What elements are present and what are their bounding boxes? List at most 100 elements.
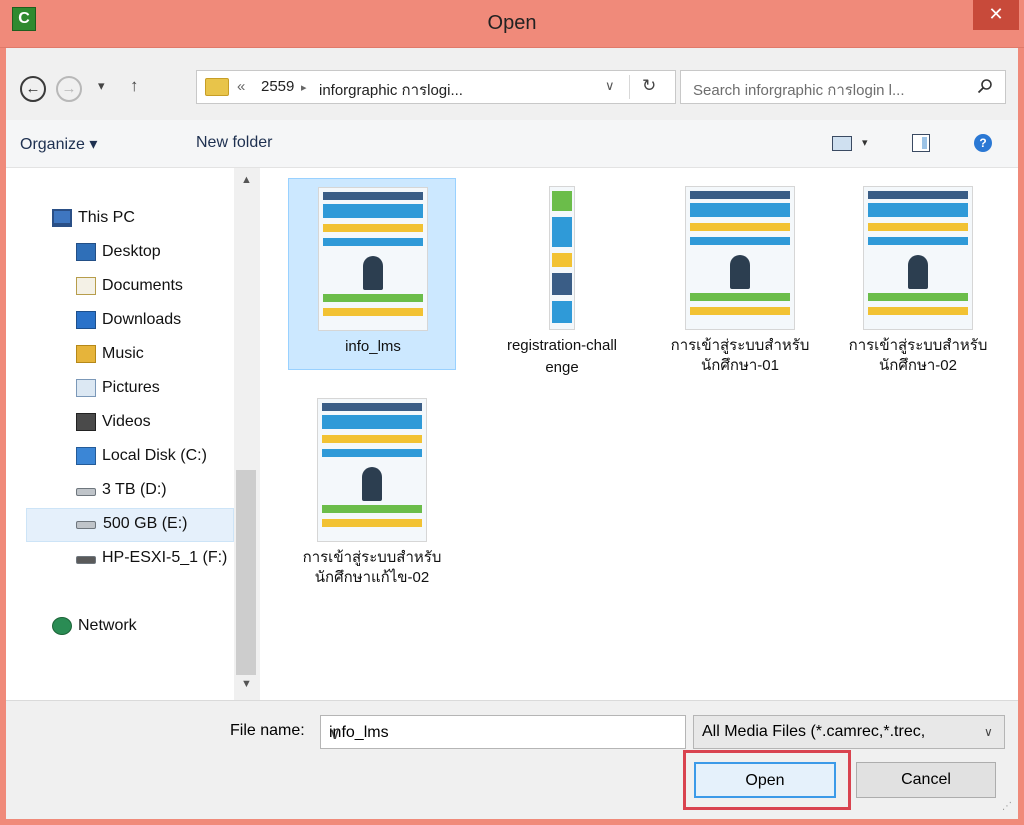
computer-icon xyxy=(52,209,72,227)
pictures-icon xyxy=(76,379,96,397)
up-button[interactable]: ↑ xyxy=(130,76,139,96)
drive-icon xyxy=(76,521,96,529)
sidebar-item-label: Documents xyxy=(102,277,183,294)
desktop-icon xyxy=(76,243,96,261)
cancel-button[interactable]: Cancel xyxy=(856,762,996,798)
address-dropdown-button[interactable]: ∨ xyxy=(605,78,615,94)
file-type-filter-value[interactable]: All Media Files (*.camrec,*.trec, xyxy=(702,723,925,741)
breadcrumb-separator[interactable]: ▸ xyxy=(301,81,307,94)
sidebar-item-local-disk-c[interactable]: Local Disk (C:) xyxy=(76,444,236,474)
sidebar-item-drive-e[interactable]: 500 GB (E:) xyxy=(26,508,234,542)
sidebar-item-label: Local Disk (C:) xyxy=(102,447,207,464)
breadcrumb-overflow[interactable]: « xyxy=(237,78,245,95)
file-type-filter-select[interactable]: All Media Files (*.camrec,*.trec, ∨ xyxy=(693,715,1005,749)
sidebar-item-music[interactable]: Music xyxy=(76,342,236,372)
image-thumbnail xyxy=(549,186,575,330)
sidebar-item-this-pc[interactable]: This PC xyxy=(52,206,232,236)
navigation-pane: This PC Desktop Documents Downloads Musi… xyxy=(6,168,258,700)
file-name: info_lms xyxy=(345,338,401,355)
sidebar-item-pictures[interactable]: Pictures xyxy=(76,376,236,406)
file-item-student-login-edited-02[interactable]: การเข้าสู่ระบบสำหรับ นักศึกษาแก้ไข-02 xyxy=(288,390,456,586)
sidebar-item-label: 500 GB (E:) xyxy=(103,515,188,532)
file-item-student-login-01[interactable]: การเข้าสู่ระบบสำหรับ นักศึกษา-01 xyxy=(656,178,824,374)
navigation-pane-scrollbar[interactable]: ▲ ▼ xyxy=(234,168,258,700)
organize-menu[interactable]: Organize ▾ xyxy=(20,134,97,154)
forward-button[interactable]: → xyxy=(56,76,82,102)
sidebar-item-label: Desktop xyxy=(102,243,161,260)
sidebar-item-desktop[interactable]: Desktop xyxy=(76,240,236,270)
network-drive-icon xyxy=(76,556,96,564)
image-thumbnail xyxy=(318,187,428,331)
search-icon[interactable] xyxy=(977,78,993,94)
file-item-registration-challenge[interactable]: registration-chall enge xyxy=(478,178,646,376)
help-icon[interactable]: ? xyxy=(974,134,992,152)
sidebar-item-label: Videos xyxy=(102,413,151,430)
change-view-icon[interactable] xyxy=(832,136,852,151)
preview-pane-icon[interactable] xyxy=(912,134,930,152)
file-type-dropdown-icon[interactable]: ∨ xyxy=(984,725,993,739)
new-folder-button[interactable]: New folder xyxy=(196,134,272,152)
drive-icon xyxy=(76,488,96,496)
window-border-right xyxy=(1018,48,1024,825)
file-item-info-lms[interactable]: info_lms xyxy=(288,178,456,370)
music-icon xyxy=(76,345,96,363)
videos-icon xyxy=(76,413,96,431)
sidebar-item-label: Network xyxy=(78,617,137,634)
open-button-highlight-annotation xyxy=(683,750,851,810)
image-thumbnail xyxy=(863,186,973,330)
file-name-line-1: การเข้าสู่ระบบสำหรับ xyxy=(848,337,988,354)
scrollbar-thumb[interactable] xyxy=(236,470,256,675)
breadcrumb-current-folder[interactable]: inforgraphic การlogi... xyxy=(319,78,463,102)
sidebar-item-drive-f[interactable]: HP-ESXI-5_1 (F:) xyxy=(76,546,236,576)
sidebar-item-label: 3 TB (D:) xyxy=(102,481,167,498)
sidebar-item-label: Music xyxy=(102,345,144,362)
file-name-line-2: นักศึกษา-01 xyxy=(701,357,779,374)
file-name-line-1: การเข้าสู่ระบบสำหรับ xyxy=(302,549,442,566)
sidebar-item-downloads[interactable]: Downloads xyxy=(76,308,236,338)
address-separator xyxy=(629,75,630,99)
sidebar-item-network[interactable]: Network xyxy=(52,614,232,644)
resize-grip-icon[interactable]: ⋰ xyxy=(1002,801,1012,812)
file-name-line-2: enge xyxy=(545,359,579,376)
sidebar-item-drive-d[interactable]: 3 TB (D:) xyxy=(76,478,236,508)
scroll-up-arrow-icon[interactable]: ▲ xyxy=(241,174,252,186)
close-button[interactable]: ✕ xyxy=(973,0,1019,30)
recent-locations-button[interactable]: ▾ xyxy=(98,78,105,94)
file-name-line-2: นักศึกษาแก้ไข-02 xyxy=(314,569,430,586)
scroll-down-arrow-icon[interactable]: ▼ xyxy=(241,678,252,690)
file-name-line-1: registration-chall xyxy=(506,337,618,354)
navigation-bar: ← → ▾ ↑ « 2559 ▸ inforgraphic การlogi...… xyxy=(6,48,1018,120)
search-box[interactable]: Search inforgraphic การlogin l... xyxy=(680,70,1006,104)
sidebar-item-label: Downloads xyxy=(102,311,182,328)
folder-icon xyxy=(205,78,229,96)
sidebar-item-documents[interactable]: Documents xyxy=(76,274,236,304)
image-thumbnail xyxy=(685,186,795,330)
file-list: info_lms registration-chall enge การเข้า… xyxy=(260,168,1018,700)
sidebar-item-label: Pictures xyxy=(102,379,160,396)
file-name-input[interactable]: info_lms ∨ xyxy=(320,715,686,749)
image-thumbnail xyxy=(317,398,427,542)
documents-icon xyxy=(76,277,96,295)
back-button[interactable]: ← xyxy=(20,76,46,102)
downloads-icon xyxy=(76,311,96,329)
windows-drive-icon xyxy=(76,447,96,465)
search-placeholder[interactable]: Search inforgraphic การlogin l... xyxy=(693,78,905,102)
dialog-footer: File name: info_lms ∨ All Media Files (*… xyxy=(6,700,1018,819)
file-name-label: File name: xyxy=(230,722,305,739)
file-name-line-1: การเข้าสู่ระบบสำหรับ xyxy=(670,337,810,354)
refresh-button[interactable]: ↻ xyxy=(642,76,656,96)
sidebar-item-label: HP-ESXI-5_1 (F:) xyxy=(102,549,228,566)
file-name-line-2: นักศึกษา-02 xyxy=(879,357,957,374)
window-title: Open xyxy=(487,12,537,34)
network-icon xyxy=(52,617,72,635)
sidebar-item-label: This PC xyxy=(78,209,135,226)
breadcrumb-2559[interactable]: 2559 xyxy=(261,78,294,95)
file-name-dropdown-icon[interactable]: ∨ xyxy=(329,724,341,744)
window-border-bottom xyxy=(0,819,1024,825)
command-toolbar: Organize ▾ New folder ▾ ? xyxy=(6,120,1018,168)
title-bar: C Open ✕ xyxy=(0,0,1024,48)
file-item-student-login-02[interactable]: การเข้าสู่ระบบสำหรับ นักศึกษา-02 xyxy=(834,178,1002,374)
view-options-dropdown[interactable]: ▾ xyxy=(862,136,868,149)
sidebar-item-videos[interactable]: Videos xyxy=(76,410,236,440)
address-bar[interactable]: « 2559 ▸ inforgraphic การlogi... ∨ ↻ xyxy=(196,70,676,104)
